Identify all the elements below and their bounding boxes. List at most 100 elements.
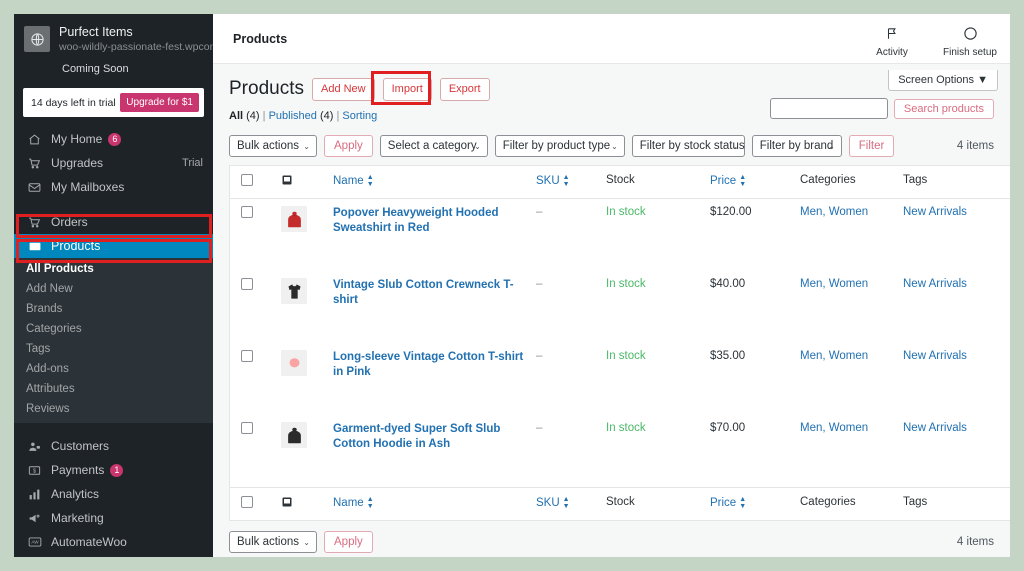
product-thumbnail-ash-hoodie[interactable] xyxy=(281,422,307,448)
product-type-filter-select[interactable]: Filter by product type ⌄ xyxy=(494,135,625,157)
row-categories-cell: Men, Women xyxy=(796,415,899,488)
sidebar-subitem-categories[interactable]: Categories xyxy=(14,319,213,339)
product-name-link[interactable]: Vintage Slub Cotton Crewneck T-shirt xyxy=(333,278,528,308)
view-filter-published[interactable]: Published xyxy=(269,110,317,122)
name-column-footer[interactable]: Name ▲ ▼ xyxy=(329,487,532,521)
sidebar-item-products[interactable]: Products xyxy=(14,234,213,258)
sidebar-item-my-home[interactable]: My Home 6 xyxy=(14,127,213,151)
sidebar-label-products: Products xyxy=(51,239,101,253)
sidebar-subitem-all-products[interactable]: All Products xyxy=(14,259,213,279)
row-select-cell xyxy=(230,415,278,488)
stock-status-badge: In stock xyxy=(606,278,646,290)
price-column-footer[interactable]: Price ▲ ▼ xyxy=(706,487,796,521)
sidebar-subitem-attributes[interactable]: Attributes xyxy=(14,379,213,399)
sidebar-item-extensions[interactable]: woo Extensions xyxy=(14,554,213,557)
product-thumbnail-black-tshirt[interactable] xyxy=(281,278,307,304)
chevron-down-icon: ⌄ xyxy=(731,141,738,151)
sidebar-item-upgrades[interactable]: Upgrades Trial xyxy=(14,151,213,175)
sidebar-label-upgrades: Upgrades xyxy=(51,156,104,170)
sidebar-label-my-home: My Home xyxy=(51,132,103,146)
tags-value[interactable]: New Arrivals xyxy=(903,350,967,362)
search-products-button[interactable]: Search products xyxy=(893,98,994,119)
sidebar-item-marketing[interactable]: Marketing xyxy=(14,506,213,530)
select-all-checkbox-footer[interactable] xyxy=(241,496,253,508)
row-price-cell: $70.00 xyxy=(706,415,796,488)
chevron-down-icon: ⌄ xyxy=(474,141,481,151)
sidebar-subitem-tags[interactable]: Tags xyxy=(14,339,213,359)
product-name-link[interactable]: Popover Heavyweight Hooded Sweatshirt in… xyxy=(333,206,528,236)
price-value: $120.00 xyxy=(710,206,752,218)
sku-column-header[interactable]: SKU ▲ ▼ xyxy=(532,165,602,199)
site-status: Coming Soon xyxy=(62,63,129,75)
export-button[interactable]: Export xyxy=(439,77,490,101)
sidebar-subitem-add-ons[interactable]: Add-ons xyxy=(14,359,213,379)
cart-icon xyxy=(26,157,43,170)
upgrade-button[interactable]: Upgrade for $1 xyxy=(120,93,199,112)
search-input[interactable] xyxy=(769,98,888,119)
sidebar-tag-trial: Trial xyxy=(182,157,203,169)
categories-value[interactable]: Men, Women xyxy=(800,278,868,290)
activity-button[interactable]: Activity xyxy=(864,26,920,58)
view-filter-published-count: (4) xyxy=(319,110,334,122)
customers-icon xyxy=(26,440,43,453)
tags-value[interactable]: New Arrivals xyxy=(903,206,967,218)
apply-button-top[interactable]: Apply xyxy=(324,135,373,157)
sort-indicator-icon: ▲ ▼ xyxy=(366,496,374,510)
category-filter-select[interactable]: Select a category ⌄ xyxy=(379,135,488,157)
megaphone-icon xyxy=(26,512,43,525)
sidebar-item-orders[interactable]: Orders xyxy=(14,210,213,234)
categories-value[interactable]: Men, Women xyxy=(800,350,868,362)
view-filter-sorting[interactable]: Sorting xyxy=(342,110,377,122)
chevron-down-icon: ⌄ xyxy=(828,141,835,151)
stock-status-filter-select[interactable]: Filter by stock status ⌄ xyxy=(631,135,745,157)
sidebar-item-automatewoo[interactable]: AW AutomateWoo xyxy=(14,530,213,554)
price-column-header[interactable]: Price ▲ ▼ xyxy=(706,165,796,199)
sidebar-item-customers[interactable]: Customers xyxy=(14,434,213,458)
apply-button-bottom[interactable]: Apply xyxy=(324,531,373,553)
table-toolbar-top: Bulk actions ⌄ Apply Select a category ⌄… xyxy=(229,135,994,157)
sidebar-label-customers: Customers xyxy=(51,439,110,453)
tags-value[interactable]: New Arrivals xyxy=(903,278,967,290)
price-value: $40.00 xyxy=(710,278,746,290)
name-column-header[interactable]: Name ▲ ▼ xyxy=(329,165,532,199)
sidebar-item-analytics[interactable]: Analytics xyxy=(14,482,213,506)
product-name-link[interactable]: Long-sleeve Vintage Cotton T-shirt in Pi… xyxy=(333,350,528,380)
filter-button[interactable]: Filter xyxy=(848,135,895,157)
admin-sidebar: Purfect Items woo-wildly-passionate-fest… xyxy=(14,14,213,557)
sidebar-subitem-reviews[interactable]: Reviews xyxy=(14,399,213,419)
bulk-actions-select-bottom[interactable]: Bulk actions ⌄ xyxy=(229,531,317,553)
row-name-cell: Long-sleeve Vintage Cotton T-shirt in Pi… xyxy=(329,343,532,415)
hoodie-shape-icon xyxy=(287,211,301,227)
row-checkbox[interactable] xyxy=(241,422,253,434)
row-checkbox[interactable] xyxy=(241,278,253,290)
row-checkbox[interactable] xyxy=(241,206,253,218)
sidebar-item-my-mailboxes[interactable]: My Mailboxes xyxy=(14,175,213,199)
finish-setup-button[interactable]: Finish setup xyxy=(942,26,998,58)
brand-filter-select[interactable]: Filter by brand ⌄ xyxy=(751,135,842,157)
add-new-button[interactable]: Add New xyxy=(311,77,375,101)
categories-value[interactable]: Men, Women xyxy=(800,206,868,218)
sidebar-subitem-brands[interactable]: Brands xyxy=(14,299,213,319)
product-thumbnail-red-hoodie[interactable] xyxy=(281,206,307,232)
bulk-actions-select-top[interactable]: Bulk actions ⌄ xyxy=(229,135,317,157)
home-icon xyxy=(26,133,43,146)
view-divider: | xyxy=(262,110,266,122)
tags-value[interactable]: New Arrivals xyxy=(903,422,967,434)
import-button[interactable]: Import xyxy=(382,77,432,101)
name-sort-label: Name xyxy=(333,175,364,188)
row-name-cell: Vintage Slub Cotton Crewneck T-shirt xyxy=(329,271,532,343)
categories-value[interactable]: Men, Women xyxy=(800,422,868,434)
row-stock-cell: In stock xyxy=(602,343,706,415)
product-thumbnail-pink-shirt[interactable] xyxy=(281,350,307,376)
view-filter-all[interactable]: All xyxy=(229,110,243,122)
sidebar-item-payments[interactable]: $ Payments 1 xyxy=(14,458,213,482)
site-card[interactable]: Purfect Items woo-wildly-passionate-fest… xyxy=(14,14,213,59)
select-all-checkbox[interactable] xyxy=(241,174,253,186)
brand-filter-label: Filter by brand xyxy=(759,140,834,152)
sidebar-subitem-add-new[interactable]: Add New xyxy=(14,279,213,299)
sku-column-footer[interactable]: SKU ▲ ▼ xyxy=(532,487,602,521)
page-title: Products xyxy=(229,78,304,99)
product-name-link[interactable]: Garment-dyed Super Soft Slub Cotton Hood… xyxy=(333,422,528,452)
shirt-shape-icon xyxy=(289,357,299,367)
row-checkbox[interactable] xyxy=(241,350,253,362)
